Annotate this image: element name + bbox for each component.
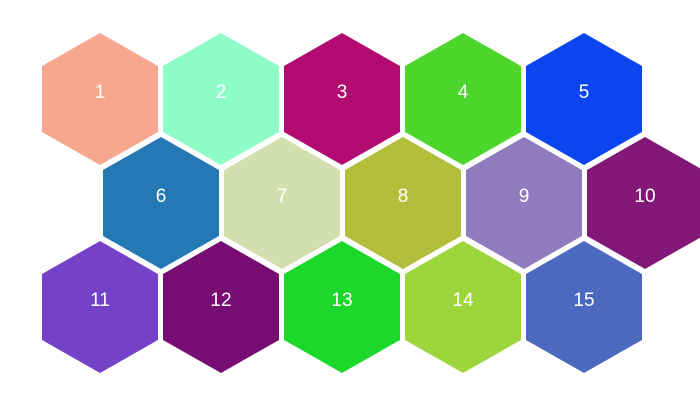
hexagon-label: 7	[277, 186, 288, 207]
hexagon-8: 8	[345, 137, 461, 269]
hexagon-5: 5	[526, 33, 642, 165]
hexagon-label: 14	[452, 290, 474, 311]
hexagon-label: 4	[458, 82, 469, 103]
hexagon-label: 3	[337, 82, 348, 103]
hexagon-4: 4	[405, 33, 521, 165]
hexagon-10: 10	[587, 137, 700, 269]
hexagon-7: 7	[224, 137, 340, 269]
hexagon-label: 13	[331, 290, 352, 311]
hexagon-label: 2	[216, 82, 227, 103]
hexagon-label: 6	[156, 186, 167, 207]
hexagon-12: 12	[163, 241, 279, 373]
hex-grid: 1 2 3 4 56 7 8 9 1011 12 13 14 15	[42, 33, 700, 373]
hexagon-label: 12	[210, 290, 231, 311]
hexagon-label: 1	[95, 82, 106, 103]
hexagon-15: 15	[526, 241, 642, 373]
hexagon-label: 10	[634, 186, 655, 207]
hexagon-9: 9	[466, 137, 582, 269]
hexagon-13: 13	[284, 241, 400, 373]
hexagon-label: 9	[519, 186, 530, 207]
hexagon-label: 11	[90, 290, 110, 311]
hexagon-2: 2	[163, 33, 279, 165]
hexagon-1: 1	[42, 33, 158, 165]
hexagon-6: 6	[103, 137, 219, 269]
hexagon-label: 5	[579, 82, 590, 103]
hexagon-label: 8	[398, 186, 409, 207]
hexagon-11: 11	[42, 241, 158, 373]
hexagon-label: 15	[573, 290, 594, 311]
hexagon-14: 14	[405, 241, 521, 373]
hexagon-3: 3	[284, 33, 400, 165]
